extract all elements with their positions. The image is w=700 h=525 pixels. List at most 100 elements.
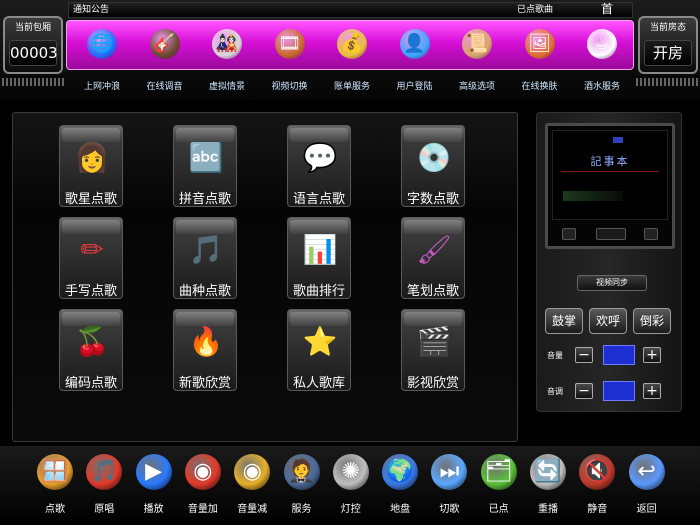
menu-item-8[interactable]: ☕ 酒水服务 bbox=[571, 21, 633, 92]
volume-down-disc-icon: ◉ bbox=[234, 454, 271, 490]
switch-song-icon: ⏭ bbox=[431, 454, 468, 490]
tile-label[interactable]: 影视欣赏 bbox=[388, 372, 478, 391]
mute-icon: 🔇 bbox=[579, 454, 616, 490]
video-next-control[interactable] bbox=[644, 228, 658, 240]
video-screen: 記事本 bbox=[552, 130, 668, 220]
dock-volume-down-disc[interactable]: ◉ 音量减 bbox=[228, 454, 276, 520]
menu-item-4[interactable]: 💰 账单服务 bbox=[321, 21, 383, 92]
dock-label: 点歌 bbox=[45, 504, 65, 515]
tile-label[interactable]: 拼音点歌 bbox=[160, 188, 250, 207]
dock-globe[interactable]: 🌍 地盘 bbox=[376, 454, 424, 520]
menu-item-2[interactable]: 🎎 虚拟情景 bbox=[196, 21, 258, 92]
skin-picture-icon: 🖼 bbox=[524, 29, 555, 59]
channel-logo bbox=[613, 137, 623, 143]
pitch-label: 音调 bbox=[547, 387, 563, 396]
volume-control: 音量 − + bbox=[543, 343, 673, 369]
pen-write-icon: ✏ bbox=[80, 233, 104, 266]
star-icon: ⭐ bbox=[302, 325, 338, 358]
menu-item-label: 酒水服务 bbox=[583, 82, 620, 92]
replay-icon: 🔄 bbox=[530, 454, 566, 490]
dock-label: 音量加 bbox=[187, 504, 218, 515]
tile-label[interactable]: 私人歌库 bbox=[274, 372, 364, 391]
menu-item-label: 视频切换 bbox=[271, 82, 308, 92]
dock-label: 灯控 bbox=[340, 504, 361, 515]
menu-item-6[interactable]: 📜 高级选项 bbox=[446, 21, 508, 92]
notice-label: 通知公告 bbox=[73, 5, 110, 15]
right-ticks bbox=[636, 78, 698, 86]
dock-play[interactable]: ▶ 播放 bbox=[130, 454, 178, 520]
dock-label: 重播 bbox=[538, 504, 558, 515]
tile-label[interactable]: 手写点歌 bbox=[46, 280, 136, 299]
function-menu-bar: 🌐 上网冲浪 🎸 在线调音 🎎 虚拟情景 🎞 视频切换 💰 账单服务 👤 用户登陆 📜 高级选项 🖼 在线换肤… bbox=[66, 20, 634, 92]
selected-list-icon: 🗂 bbox=[480, 454, 517, 490]
pitch-level-bar[interactable] bbox=[603, 381, 635, 401]
bottom-dock: 🪟 点歌 🎵 原唱 ▶ 播放 ◉ 音量加 ◉ 音量减 🤵 服务 ✺ 灯控 🌍 地盘 ⏭ 切歌 🗂 已点 🔄 重播 🔇 静音 ↩ 返… bbox=[0, 446, 700, 525]
tile-label[interactable]: 字数点歌 bbox=[388, 188, 478, 207]
back-arrow-icon: ↩ bbox=[628, 454, 665, 490]
pitch-plus-button[interactable]: + bbox=[643, 383, 661, 399]
dock-windows-logo[interactable]: 🪟 点歌 bbox=[31, 454, 79, 520]
dock-light-control[interactable]: ✺ 灯控 bbox=[327, 454, 375, 520]
dock-label: 切歌 bbox=[439, 504, 460, 515]
light-control-icon: ✺ bbox=[332, 454, 369, 490]
volume-level-bar[interactable] bbox=[603, 345, 635, 365]
volume-plus-button[interactable]: + bbox=[643, 347, 661, 363]
dock-waiter[interactable]: 🤵 服务 bbox=[278, 454, 326, 520]
tile-label[interactable]: 编码点歌 bbox=[46, 372, 136, 391]
video-switch-icon: 🎞 bbox=[274, 29, 305, 59]
tile-label[interactable]: 语言点歌 bbox=[274, 188, 364, 207]
dock-mute[interactable]: 🔇 静音 bbox=[573, 454, 621, 520]
applause-button[interactable]: 鼓掌 bbox=[545, 308, 583, 334]
dock-label: 原唱 bbox=[94, 504, 115, 515]
volume-label: 音量 bbox=[547, 351, 563, 360]
volume-minus-button[interactable]: − bbox=[575, 347, 593, 363]
waiter-icon: 🤵 bbox=[283, 454, 320, 490]
video-title: 記事本 bbox=[590, 155, 630, 168]
gold-bill-icon: 💰 bbox=[337, 29, 367, 59]
tile-label[interactable]: 新歌欣赏 bbox=[160, 372, 250, 391]
tile-label[interactable]: 歌星点歌 bbox=[46, 188, 136, 207]
video-sync-button[interactable]: 视频同步 bbox=[577, 275, 647, 291]
dock-back-arrow[interactable]: ↩ 返回 bbox=[623, 454, 671, 520]
dock-replay[interactable]: 🔄 重播 bbox=[524, 454, 572, 520]
menu-item-0[interactable]: 🌐 上网冲浪 bbox=[71, 21, 133, 92]
abc-keyboard-icon: 🔤 bbox=[188, 141, 224, 174]
current-room-box: 当前包厢 00003 bbox=[3, 16, 63, 74]
dock-music-note[interactable]: 🎵 原唱 bbox=[80, 454, 128, 520]
menu-item-label: 在线调音 bbox=[146, 82, 183, 92]
dock-label: 地盘 bbox=[390, 504, 411, 515]
number-disc-icon: 💿 bbox=[416, 141, 452, 174]
played-songs-label[interactable]: 已点歌曲 bbox=[517, 3, 553, 17]
menu-item-1[interactable]: 🎸 在线调音 bbox=[134, 21, 196, 92]
effect-buttons: 鼓掌 欢呼 倒彩 bbox=[543, 308, 673, 334]
video-preview[interactable]: 記事本 bbox=[545, 123, 675, 249]
control-side-panel: 記事本 视频同步 鼓掌 欢呼 倒彩 音量 − + 音调 − + bbox=[536, 112, 682, 412]
singer-icon: 👩 bbox=[74, 141, 110, 174]
dock-volume-up-disc[interactable]: ◉ 音量加 bbox=[179, 454, 227, 520]
tile-label[interactable]: 曲种点歌 bbox=[160, 280, 250, 299]
stroke-brush-icon: 🖌 bbox=[416, 233, 452, 266]
windows-logo-icon: 🪟 bbox=[37, 454, 73, 490]
pitch-minus-button[interactable]: − bbox=[575, 383, 593, 399]
dock-selected-list[interactable]: 🗂 已点 bbox=[475, 454, 523, 520]
room-status-value: 开房 bbox=[644, 40, 692, 66]
globe-icon: 🌍 bbox=[382, 454, 419, 490]
film-icon: 🎬 bbox=[416, 325, 452, 358]
speech-bubble-icon: 💬 bbox=[302, 141, 338, 174]
play-icon: ▶ bbox=[135, 454, 172, 490]
menu-item-5[interactable]: 👤 用户登陆 bbox=[384, 21, 446, 92]
tile-label[interactable]: 歌曲排行 bbox=[274, 280, 364, 299]
home-label[interactable]: 首 bbox=[601, 2, 613, 16]
tile-label[interactable]: 笔划点歌 bbox=[388, 280, 478, 299]
cheer-button[interactable]: 欢呼 bbox=[589, 308, 627, 334]
menu-item-7[interactable]: 🖼 在线换肤 bbox=[509, 21, 571, 92]
dock-switch-song[interactable]: ⏭ 切歌 bbox=[425, 454, 473, 520]
notice-bar: 通知公告 已点歌曲 首 bbox=[68, 2, 633, 18]
left-ticks bbox=[2, 78, 64, 86]
video-prev-control[interactable] bbox=[562, 228, 576, 240]
dock-label: 返回 bbox=[636, 504, 657, 515]
doll-icon: 🎎 bbox=[212, 29, 242, 59]
boo-button[interactable]: 倒彩 bbox=[633, 308, 671, 334]
video-progress-control[interactable] bbox=[596, 228, 626, 240]
menu-item-3[interactable]: 🎞 视频切换 bbox=[259, 21, 321, 92]
